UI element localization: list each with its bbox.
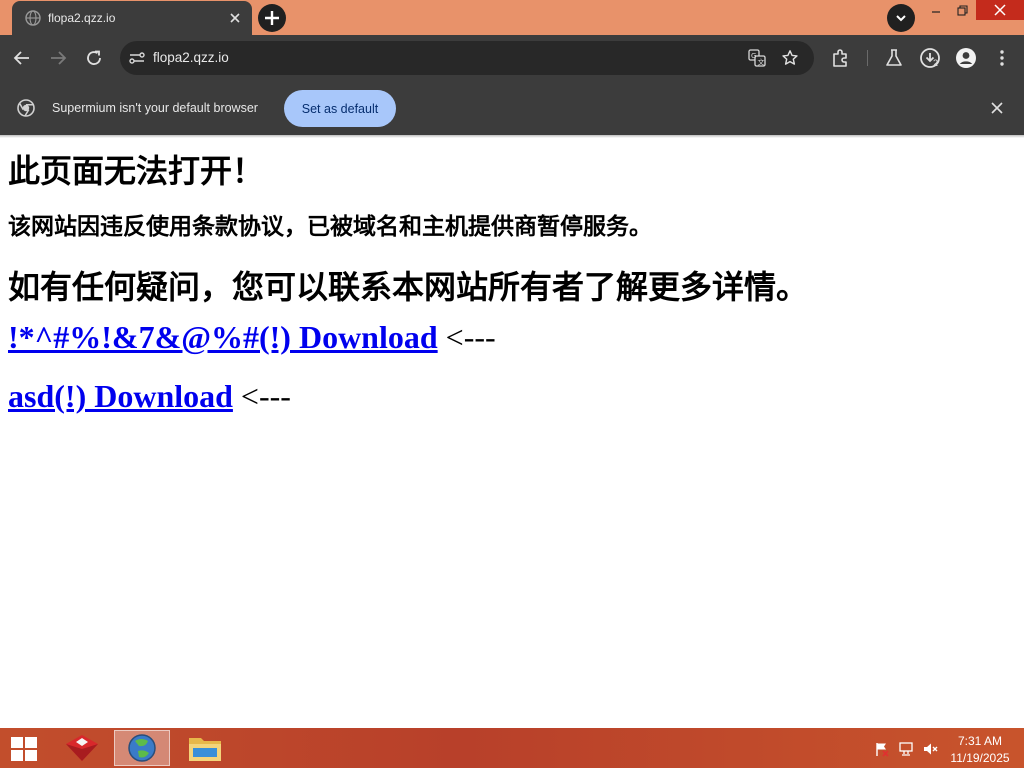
arrow-suffix-1: <--- bbox=[437, 319, 496, 355]
minimize-button[interactable] bbox=[924, 2, 948, 20]
windows-taskbar: 7:31 AM 11/19/2025 bbox=[0, 728, 1024, 768]
globe-icon bbox=[25, 10, 41, 26]
new-tab-button[interactable] bbox=[258, 4, 286, 32]
tab-search-button[interactable] bbox=[887, 4, 915, 32]
suspension-reason: 该网站因违反使用条款协议，已被域名和主机提供商暂停服务。 bbox=[8, 214, 652, 240]
close-icon bbox=[994, 4, 1006, 16]
back-arrow-icon[interactable] bbox=[10, 46, 34, 70]
close-window-button[interactable] bbox=[976, 0, 1024, 20]
download-count-badge: 2 bbox=[933, 58, 939, 68]
tab-title: flopa2.qzz.io bbox=[48, 11, 116, 25]
browser-globe-icon bbox=[128, 734, 156, 762]
page-heading: 此页面无法打开！ bbox=[8, 152, 265, 190]
restore-button[interactable] bbox=[950, 2, 974, 20]
menu-kebab-icon[interactable] bbox=[990, 46, 1014, 70]
translate-icon[interactable]: G 文 bbox=[748, 49, 766, 67]
bookmark-star-icon[interactable] bbox=[781, 49, 799, 67]
supermium-logo-icon bbox=[17, 99, 35, 117]
svg-text:文: 文 bbox=[758, 58, 765, 67]
labs-flask-icon[interactable] bbox=[882, 46, 906, 70]
network-icon[interactable] bbox=[898, 741, 914, 757]
default-browser-infobar: Supermium isn't your default browser Set… bbox=[0, 81, 1024, 135]
url-text[interactable]: flopa2.qzz.io bbox=[153, 50, 229, 65]
download-line-1: !*^#%!&7&@%#(!) Download <--- bbox=[8, 319, 496, 356]
infobar-message: Supermium isn't your default browser bbox=[52, 101, 258, 115]
origami-app-icon[interactable] bbox=[54, 730, 110, 766]
close-icon[interactable] bbox=[988, 99, 1006, 117]
action-center-flag-icon[interactable] bbox=[874, 741, 890, 757]
reload-icon[interactable] bbox=[82, 46, 106, 70]
windows-start-icon[interactable] bbox=[10, 736, 38, 762]
page-content: 此页面无法打开！ 该网站因违反使用条款协议，已被域名和主机提供商暂停服务。 如有… bbox=[0, 138, 1024, 728]
volume-muted-icon[interactable] bbox=[922, 741, 938, 757]
site-settings-icon[interactable] bbox=[128, 49, 146, 67]
profile-avatar-icon[interactable] bbox=[954, 46, 978, 70]
download-line-2: asd(!) Download <--- bbox=[8, 378, 291, 415]
browser-app-icon[interactable] bbox=[114, 730, 170, 766]
downloads-icon[interactable] bbox=[918, 46, 942, 70]
file-explorer-icon[interactable] bbox=[177, 730, 233, 766]
plus-icon bbox=[265, 11, 279, 25]
tab-close-icon[interactable] bbox=[226, 9, 244, 27]
svg-text:G: G bbox=[751, 52, 756, 60]
set-as-default-button[interactable]: Set as default bbox=[284, 90, 396, 127]
address-bar[interactable]: flopa2.qzz.io G 文 bbox=[120, 41, 814, 75]
extensions-puzzle-icon[interactable] bbox=[829, 46, 853, 70]
forward-arrow-icon[interactable] bbox=[46, 46, 70, 70]
contact-owner-text: 如有任何疑问，您可以联系本网站所有者了解更多详情。 bbox=[8, 268, 809, 306]
clock-date[interactable]: 11/19/2025 bbox=[940, 751, 1020, 765]
chevron-down-icon bbox=[896, 15, 906, 22]
origami-icon bbox=[66, 735, 98, 761]
browser-title-bar: flopa2.qzz.io bbox=[0, 0, 1024, 35]
arrow-suffix-2: <--- bbox=[232, 378, 291, 414]
download-link-2[interactable]: asd(!) Download bbox=[8, 378, 233, 414]
download-link-1[interactable]: !*^#%!&7&@%#(!) Download bbox=[8, 319, 438, 355]
browser-toolbar: flopa2.qzz.io G 文 2 bbox=[0, 35, 1024, 81]
tab-flopa2[interactable]: flopa2.qzz.io bbox=[12, 1, 252, 35]
toolbar-separator bbox=[867, 50, 868, 66]
clock-time[interactable]: 7:31 AM bbox=[940, 734, 1020, 748]
folder-icon bbox=[189, 738, 221, 761]
